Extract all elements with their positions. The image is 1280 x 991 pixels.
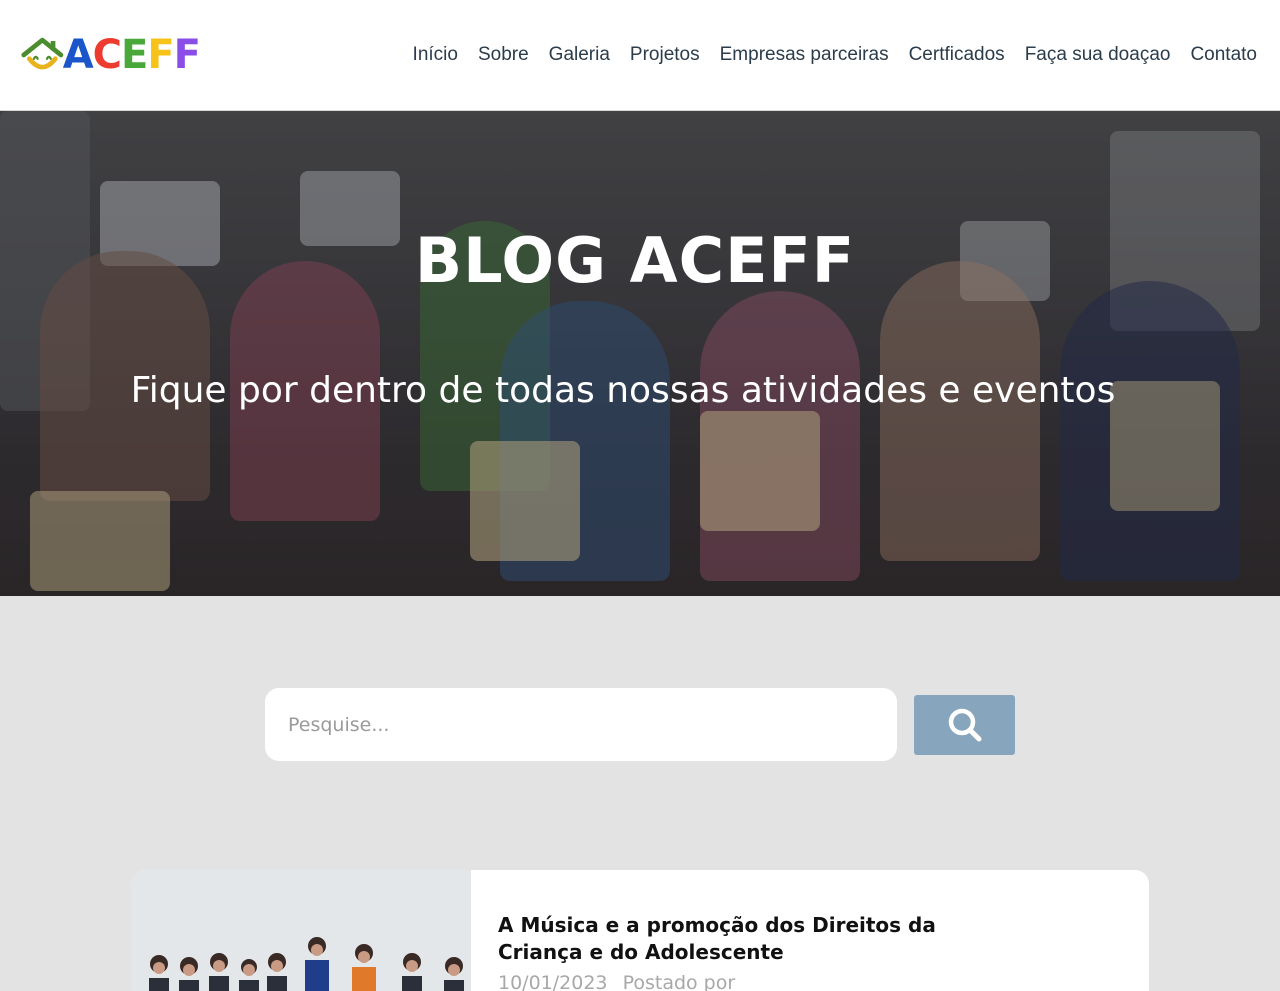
logo-letter: E <box>121 32 148 78</box>
post-title[interactable]: A Música e a promoção dos Direitos da Cr… <box>498 912 998 966</box>
logo-letter: A <box>62 32 94 78</box>
nav-link-inicio[interactable]: Início <box>413 42 458 68</box>
site-header: ACEFF Início Sobre Galeria Projetos Empresas… <box>0 0 1280 111</box>
nav-link-empresas-parceiras[interactable]: Empresas parceiras <box>720 42 889 68</box>
house-smile-logo-icon <box>21 37 64 70</box>
hero-dark-overlay <box>0 111 1280 596</box>
search-icon <box>948 708 981 742</box>
hero-banner: BLOG ACEFF Fique por dentro de todas nos… <box>0 111 1280 596</box>
hero-title: BLOG ACEFF <box>414 224 856 297</box>
search-button[interactable] <box>914 695 1015 755</box>
nav-link-contato[interactable]: Contato <box>1190 42 1257 68</box>
search-input[interactable] <box>265 688 897 761</box>
blog-post-card[interactable]: A Música e a promoção dos Direitos da Cr… <box>131 870 1149 991</box>
logo-wordmark: ACEFF <box>62 32 201 78</box>
nav-link-faca-sua-doacao[interactable]: Faça sua doaçao <box>1025 42 1171 68</box>
post-date: 10/01/2023 <box>498 972 608 991</box>
hero-subtitle: Fique por dentro de todas nossas ativida… <box>130 370 1116 411</box>
post-meta: 10/01/2023 Postado por <box>498 972 735 991</box>
nav-link-sobre[interactable]: Sobre <box>478 42 529 68</box>
nav-link-certficados[interactable]: Certficados <box>909 42 1005 68</box>
aceff-logo[interactable]: ACEFF <box>20 32 201 78</box>
post-photo-image <box>131 870 471 991</box>
post-author-label: Postado por <box>622 972 736 991</box>
logo-letter: F <box>173 32 201 78</box>
main-nav: Início Sobre Galeria Projetos Empresas parce… <box>393 42 1257 68</box>
nav-link-projetos[interactable]: Projetos <box>630 42 700 68</box>
nav-link-galeria[interactable]: Galeria <box>549 42 610 68</box>
logo-letter: F <box>147 32 174 78</box>
post-thumbnail[interactable] <box>131 870 471 991</box>
logo-letter: C <box>92 32 122 78</box>
